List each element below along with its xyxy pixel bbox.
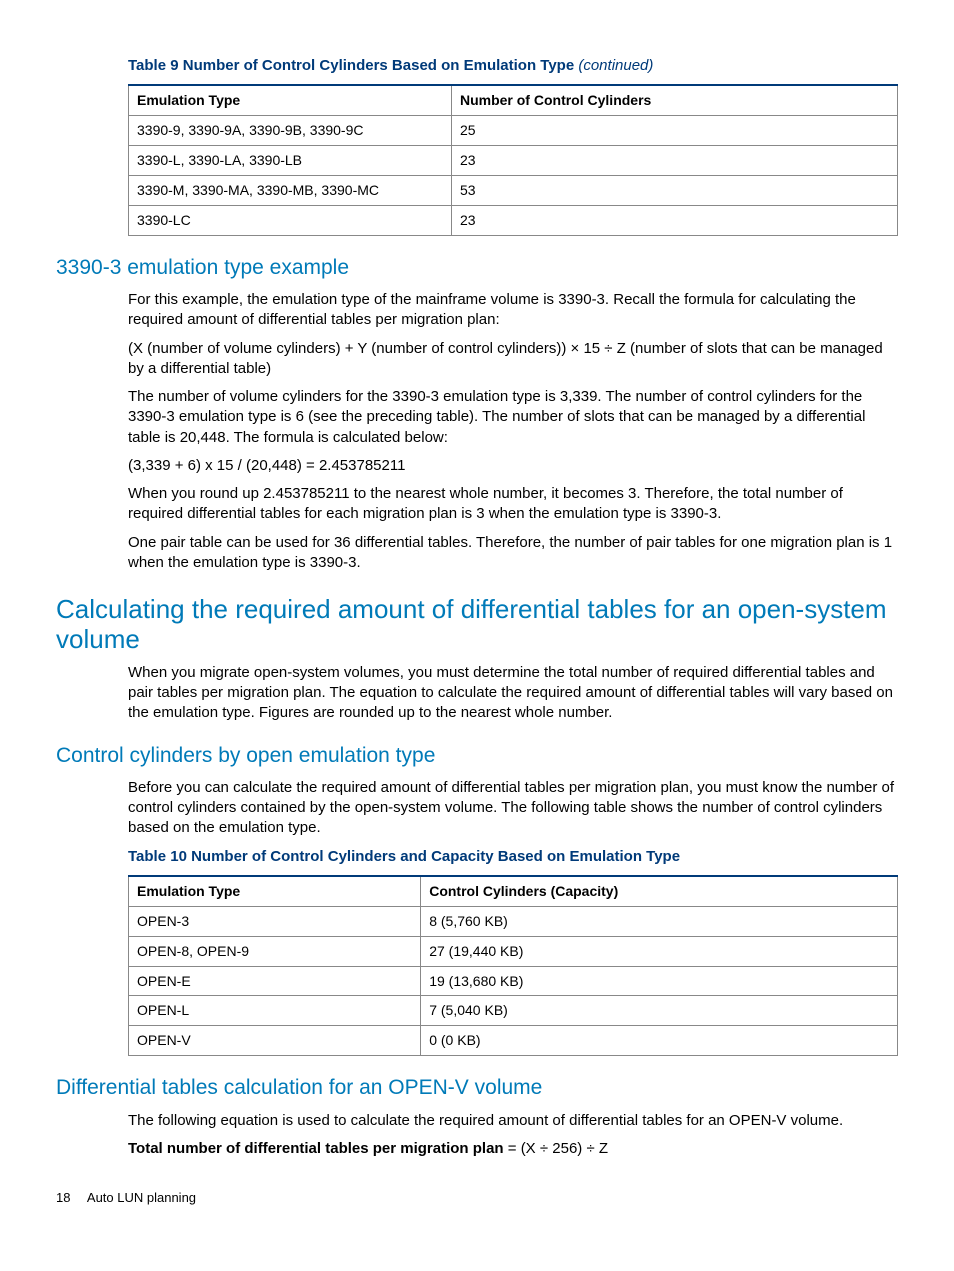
table-row: OPEN-V0 (0 KB) — [129, 1026, 898, 1056]
body-text: (3,339 + 6) x 15 / (20,448) = 2.45378521… — [128, 456, 898, 476]
table10-c0: OPEN-3 — [129, 906, 421, 936]
section-open-system-title: Calculating the required amount of diffe… — [56, 595, 898, 655]
table10-c1: 7 (5,040 KB) — [421, 996, 898, 1026]
table-row: 3390-L, 3390-LA, 3390-LB23 — [129, 146, 898, 176]
body-text: For this example, the emulation type of … — [128, 290, 898, 331]
table10-header-emulation: Emulation Type — [129, 876, 421, 906]
section-control-cylinders-title: Control cylinders by open emulation type — [56, 742, 898, 770]
table10-c0: OPEN-8, OPEN-9 — [129, 936, 421, 966]
page-number: 18 — [56, 1189, 84, 1207]
table9-c0: 3390-M, 3390-MA, 3390-MB, 3390-MC — [129, 175, 452, 205]
body-text: When you migrate open-system volumes, yo… — [128, 663, 898, 724]
table9-c1: 23 — [451, 205, 897, 235]
section-3390-3-title: 3390-3 emulation type example — [56, 254, 898, 282]
table10-header-capacity: Control Cylinders (Capacity) — [421, 876, 898, 906]
table-row: OPEN-38 (5,760 KB) — [129, 906, 898, 936]
table9-c1: 53 — [451, 175, 897, 205]
table-row: 3390-LC23 — [129, 205, 898, 235]
equation-rest: = (X ÷ 256) ÷ Z — [504, 1140, 608, 1157]
table9-caption: Table 9 Number of Control Cylinders Base… — [128, 56, 898, 76]
table9-caption-continued: (continued) — [578, 57, 653, 74]
table10-c1: 19 (13,680 KB) — [421, 966, 898, 996]
table9-header-emulation: Emulation Type — [129, 85, 452, 115]
table9-c0: 3390-L, 3390-LA, 3390-LB — [129, 146, 452, 176]
equation-bold: Total number of differential tables per … — [128, 1140, 504, 1157]
equation-text: Total number of differential tables per … — [128, 1139, 898, 1159]
table10-c1: 8 (5,760 KB) — [421, 906, 898, 936]
table9-c1: 23 — [451, 146, 897, 176]
body-text: The following equation is used to calcul… — [128, 1111, 898, 1131]
table10-c1: 27 (19,440 KB) — [421, 936, 898, 966]
table10-c0: OPEN-L — [129, 996, 421, 1026]
body-text: The number of volume cylinders for the 3… — [128, 387, 898, 448]
table-row: OPEN-8, OPEN-927 (19,440 KB) — [129, 936, 898, 966]
table9-c1: 25 — [451, 116, 897, 146]
body-text: (X (number of volume cylinders) + Y (num… — [128, 339, 898, 380]
table9-caption-text: Table 9 Number of Control Cylinders Base… — [128, 57, 578, 74]
table10: Emulation Type Control Cylinders (Capaci… — [128, 875, 898, 1056]
table9-c0: 3390-9, 3390-9A, 3390-9B, 3390-9C — [129, 116, 452, 146]
table-row: OPEN-E19 (13,680 KB) — [129, 966, 898, 996]
table10-caption: Table 10 Number of Control Cylinders and… — [128, 847, 898, 867]
page-footer: 18 Auto LUN planning — [56, 1189, 898, 1207]
table-row: 3390-9, 3390-9A, 3390-9B, 3390-9C25 — [129, 116, 898, 146]
table10-c1: 0 (0 KB) — [421, 1026, 898, 1056]
table10-header-row: Emulation Type Control Cylinders (Capaci… — [129, 876, 898, 906]
table9-header-cylinders: Number of Control Cylinders — [451, 85, 897, 115]
table9-header-row: Emulation Type Number of Control Cylinde… — [129, 85, 898, 115]
table-row: 3390-M, 3390-MA, 3390-MB, 3390-MC53 — [129, 175, 898, 205]
table10-c0: OPEN-V — [129, 1026, 421, 1056]
table9-c0: 3390-LC — [129, 205, 452, 235]
table10-c0: OPEN-E — [129, 966, 421, 996]
footer-chapter: Auto LUN planning — [87, 1190, 196, 1205]
body-text: When you round up 2.453785211 to the nea… — [128, 484, 898, 525]
body-text: One pair table can be used for 36 differ… — [128, 533, 898, 574]
table-row: OPEN-L7 (5,040 KB) — [129, 996, 898, 1026]
body-text: Before you can calculate the required am… — [128, 778, 898, 839]
table9: Emulation Type Number of Control Cylinde… — [128, 84, 898, 235]
section-openv-title: Differential tables calculation for an O… — [56, 1074, 898, 1102]
